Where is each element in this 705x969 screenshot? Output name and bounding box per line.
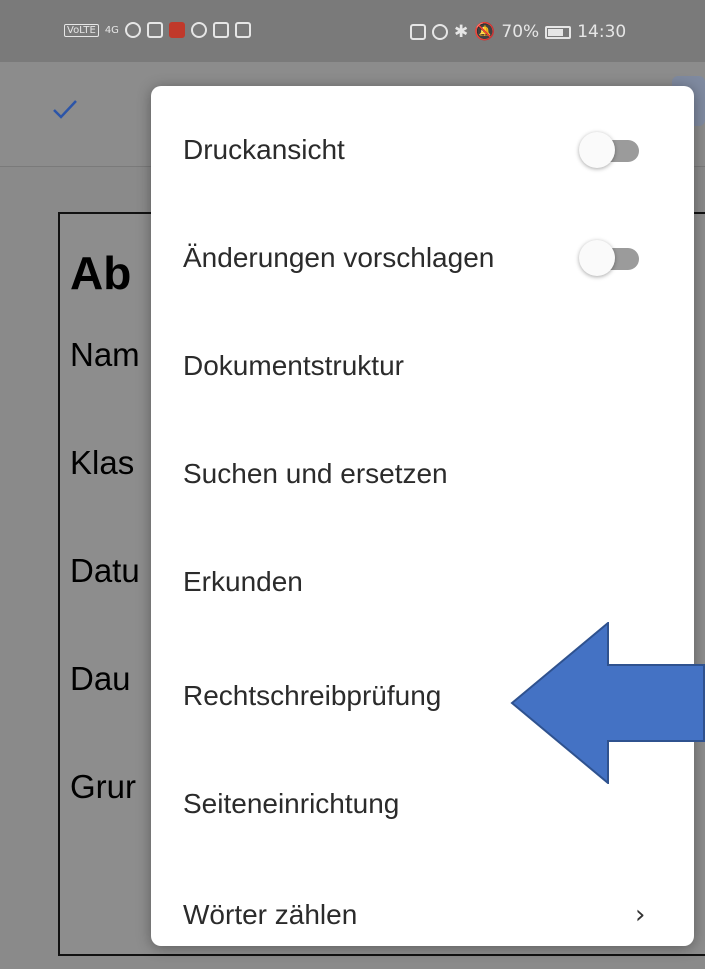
office-icon bbox=[234, 22, 251, 38]
bluetooth-icon: ✱ bbox=[454, 22, 469, 42]
menu-item-label: Rechtschreibprüfung bbox=[183, 680, 442, 711]
document-line: Datu bbox=[70, 552, 140, 589]
clock: 14:30 bbox=[577, 22, 627, 42]
document-line: Dau bbox=[70, 660, 131, 697]
menu-item-label: Suchen und ersetzen bbox=[183, 458, 448, 489]
menu-item-dokumentstruktur[interactable]: Dokumentstruktur bbox=[151, 312, 694, 420]
signal-label: 4G bbox=[104, 24, 119, 36]
status-bar-right: ✱ 🔕 70% 14:30 bbox=[410, 22, 626, 42]
toggle-knob bbox=[579, 240, 615, 276]
alarm-icon bbox=[432, 24, 448, 40]
chevron-right-icon: › bbox=[635, 900, 646, 930]
menu-item-suchen-und-ersetzen[interactable]: Suchen und ersetzen bbox=[151, 420, 694, 528]
nfc-icon bbox=[410, 24, 426, 40]
document-line: Klas bbox=[70, 444, 135, 481]
menu-item-label: Seiteneinrichtung bbox=[183, 788, 400, 819]
message-icon bbox=[212, 22, 229, 38]
document-line: Grur bbox=[70, 768, 136, 805]
status-bar-left: VoLTE 4G bbox=[64, 22, 251, 38]
menu-item-druckansicht[interactable]: Druckansicht bbox=[151, 96, 694, 204]
document-title: Ab bbox=[70, 247, 132, 299]
app-icon bbox=[146, 22, 163, 38]
battery-icon bbox=[545, 25, 572, 39]
menu-item-aenderungen-vorschlagen[interactable]: Änderungen vorschlagen bbox=[151, 204, 694, 312]
menu-item-label: Wörter zählen bbox=[183, 899, 358, 930]
volte-icon: VoLTE bbox=[64, 23, 99, 37]
menu-item-label: Druckansicht bbox=[183, 134, 345, 165]
notification-icon bbox=[190, 22, 207, 38]
mute-icon: 🔕 bbox=[474, 22, 496, 42]
menu-item-label: Erkunden bbox=[183, 566, 303, 597]
suggest-changes-toggle[interactable] bbox=[579, 240, 641, 276]
battery-percent: 70% bbox=[501, 22, 540, 42]
check-icon[interactable] bbox=[52, 98, 78, 120]
menu-item-label: Änderungen vorschlagen bbox=[183, 242, 495, 273]
annotation-arrow-icon bbox=[510, 622, 705, 784]
document-line: Nam bbox=[70, 336, 140, 373]
menu-item-woerter-zaehlen[interactable]: Wörter zählen › bbox=[151, 861, 694, 969]
print-view-toggle[interactable] bbox=[579, 132, 641, 168]
huawei-app-icon bbox=[168, 22, 185, 38]
status-bar: VoLTE 4G ✱ 🔕 70% 14:30 bbox=[0, 0, 705, 62]
overflow-menu: Druckansicht Änderungen vorschlagen Doku… bbox=[151, 86, 694, 946]
hotspot-icon bbox=[124, 22, 141, 38]
menu-item-label: Dokumentstruktur bbox=[183, 350, 404, 381]
toggle-knob bbox=[579, 132, 615, 168]
menu-item-erkunden[interactable]: Erkunden bbox=[151, 528, 694, 636]
